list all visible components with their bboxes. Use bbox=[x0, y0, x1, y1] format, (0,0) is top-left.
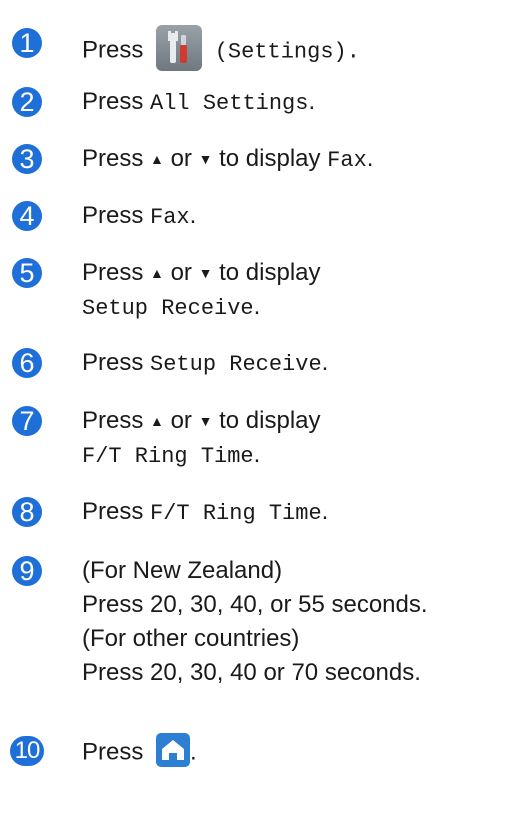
period: . bbox=[253, 441, 261, 468]
step-number-badge: 6 bbox=[12, 348, 42, 378]
step-label: Press bbox=[82, 738, 144, 766]
step-label: Press bbox=[82, 407, 144, 434]
region-label-other: (For other countries) bbox=[82, 625, 300, 652]
or-text: or bbox=[170, 259, 192, 286]
to-display-text: to display bbox=[219, 145, 321, 172]
period: . bbox=[366, 145, 374, 172]
step-number-badge: 2 bbox=[12, 87, 42, 117]
step-text: Press All Settings. bbox=[82, 87, 315, 119]
step-label: Press bbox=[82, 202, 144, 229]
to-display-text: to display bbox=[219, 407, 321, 434]
up-arrow-icon: ▲ bbox=[150, 413, 164, 429]
or-text: or bbox=[170, 407, 192, 434]
step-text: Press ▲ or ▼ to display bbox=[82, 406, 321, 438]
step-label: Press bbox=[82, 88, 144, 115]
step-number-badge: 7 bbox=[12, 406, 42, 436]
period: . bbox=[253, 293, 261, 320]
step-number-badge: 9 bbox=[12, 556, 42, 586]
step-label: Press bbox=[82, 145, 144, 172]
down-arrow-icon: ▼ bbox=[198, 413, 213, 429]
menu-item-text: Fax bbox=[327, 148, 367, 173]
up-arrow-icon: ▲ bbox=[150, 265, 164, 281]
step-number-badge: 5 bbox=[12, 258, 42, 288]
step-text: Press . bbox=[82, 733, 197, 770]
period: . bbox=[321, 349, 329, 376]
step-text: Press Fax. bbox=[82, 201, 196, 233]
step-text-line2: F/T Ring Time. bbox=[82, 440, 260, 472]
period: . bbox=[321, 498, 329, 525]
step-number-badge: 10 bbox=[10, 736, 44, 766]
or-text: or bbox=[170, 145, 192, 172]
menu-item-text: F/T Ring Time bbox=[150, 501, 322, 526]
step-text: Press (Settings). bbox=[82, 25, 360, 74]
step-label: Press bbox=[82, 36, 144, 64]
step-label: Press bbox=[82, 498, 144, 525]
step-number-badge: 3 bbox=[12, 144, 42, 174]
step-number-badge: 8 bbox=[12, 497, 42, 527]
to-display-text: to display bbox=[219, 259, 321, 286]
nz-options: Press 20, 30, 40, or 55 seconds. bbox=[82, 591, 428, 618]
step-text-line2: Setup Receive. bbox=[82, 292, 260, 324]
period: . bbox=[190, 738, 197, 766]
settings-icon[interactable] bbox=[156, 25, 203, 71]
region-label-nz: (For New Zealand) bbox=[82, 557, 283, 584]
other-options: Press 20, 30, 40 or 70 seconds. bbox=[82, 659, 421, 686]
menu-item-text: Fax bbox=[150, 205, 190, 230]
step-text: Press ▲ or ▼ to display bbox=[82, 258, 321, 290]
up-arrow-icon: ▲ bbox=[150, 151, 164, 167]
menu-item-text: All Settings bbox=[150, 91, 309, 116]
step-text: Press Setup Receive. bbox=[82, 348, 328, 380]
period: . bbox=[308, 88, 316, 115]
step-text: Press F/T Ring Time. bbox=[82, 497, 328, 529]
step-label: Press bbox=[82, 349, 144, 376]
step-number-badge: 1 bbox=[12, 28, 42, 58]
home-icon[interactable] bbox=[156, 733, 191, 767]
menu-item-text: Setup Receive bbox=[150, 352, 322, 377]
down-arrow-icon: ▼ bbox=[198, 151, 213, 167]
step-label: Press bbox=[82, 259, 144, 286]
settings-label: (Settings). bbox=[214, 39, 360, 65]
step-text: Press ▲ or ▼ to display Fax. bbox=[82, 144, 373, 176]
menu-item-text: Setup Receive bbox=[82, 296, 254, 321]
menu-item-text: F/T Ring Time bbox=[82, 444, 254, 469]
step-number-badge: 4 bbox=[12, 201, 42, 231]
down-arrow-icon: ▼ bbox=[198, 265, 213, 281]
period: . bbox=[189, 202, 197, 229]
